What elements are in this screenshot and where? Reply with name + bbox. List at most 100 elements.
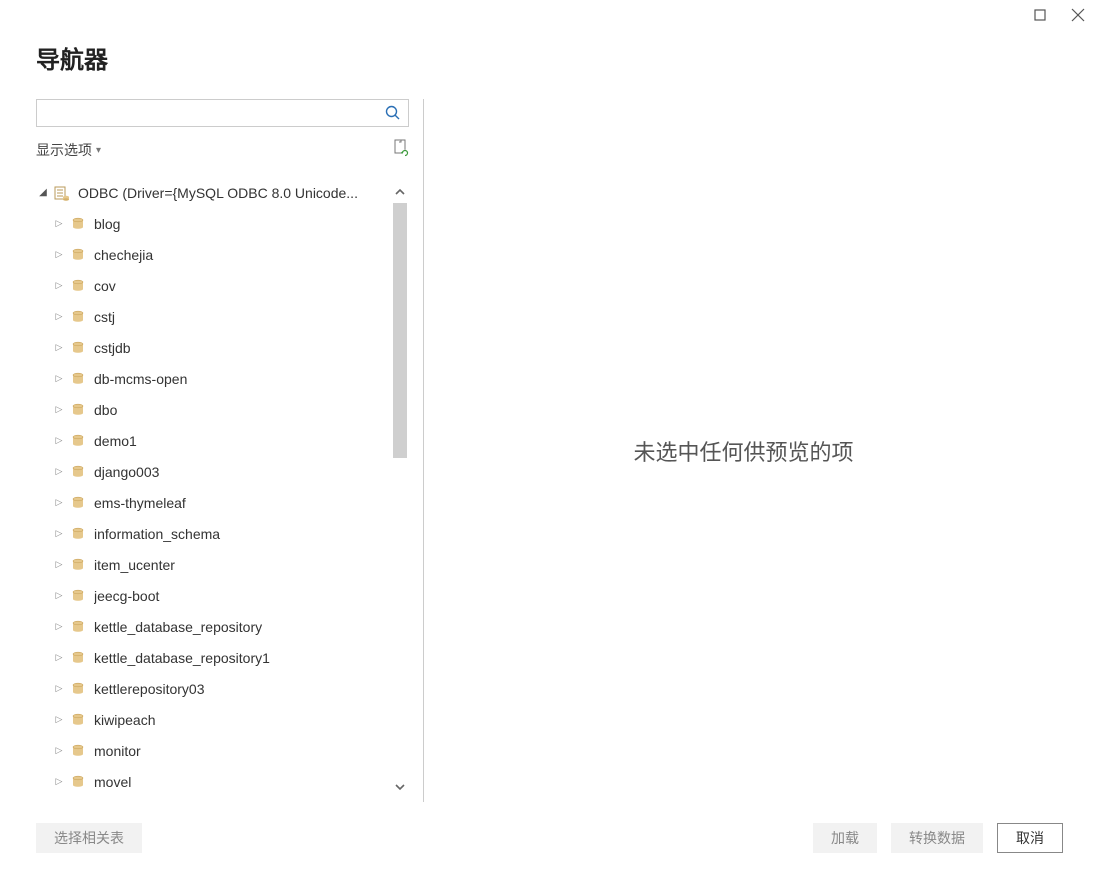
database-icon — [70, 402, 86, 418]
tree-item-label: monitor — [94, 743, 391, 759]
tree-item-label: kiwipeach — [94, 712, 391, 728]
caret-right-icon: ▷ — [52, 590, 66, 601]
scroll-up-icon[interactable] — [391, 183, 409, 201]
tree-item-label: movel — [94, 774, 391, 790]
database-icon — [70, 309, 86, 325]
close-icon[interactable] — [1071, 8, 1085, 22]
page-title: 导航器 — [36, 40, 1063, 75]
tree-item-label: kettle_database_repository1 — [94, 650, 391, 666]
tree-item-label: demo1 — [94, 433, 391, 449]
tree-item[interactable]: ▷ kettle_database_repository — [52, 611, 391, 642]
tree-item[interactable]: ▷ ems-thymeleaf — [52, 487, 391, 518]
caret-right-icon: ▷ — [52, 776, 66, 787]
database-icon — [70, 340, 86, 356]
caret-right-icon: ▷ — [52, 342, 66, 353]
database-icon — [70, 588, 86, 604]
footer: 选择相关表 加载 转换数据 取消 — [0, 802, 1099, 874]
database-icon — [70, 557, 86, 573]
caret-right-icon: ▷ — [52, 218, 66, 229]
preview-empty-message: 未选中任何供预览的项 — [633, 435, 853, 467]
database-icon — [70, 216, 86, 232]
database-icon — [70, 247, 86, 263]
search-icon[interactable] — [378, 100, 408, 126]
tree-item-label: kettle_database_repository — [94, 619, 391, 635]
tree-item[interactable]: ▷ cstjdb — [52, 332, 391, 363]
caret-right-icon: ▷ — [52, 497, 66, 508]
caret-right-icon: ▷ — [52, 714, 66, 725]
tree-item[interactable]: ▷chechejia — [52, 239, 391, 270]
tree-item-label: jeecg-boot — [94, 588, 391, 604]
caret-right-icon: ▷ — [52, 435, 66, 446]
database-icon — [70, 619, 86, 635]
database-icon — [70, 712, 86, 728]
display-options-dropdown[interactable]: 显示选项 ▾ — [36, 140, 101, 160]
tree-item-label: cstj — [94, 309, 391, 325]
caret-right-icon: ▷ — [52, 528, 66, 539]
refresh-icon[interactable] — [393, 139, 409, 162]
tree-item[interactable]: ▷ kiwipeach — [52, 704, 391, 735]
tree-item[interactable]: ▷blog — [52, 208, 391, 239]
tree-item-label: cov — [94, 278, 391, 294]
load-button[interactable]: 加载 — [813, 823, 877, 853]
database-icon — [70, 681, 86, 697]
maximize-icon[interactable] — [1033, 8, 1047, 22]
tree-item[interactable]: ▷ cov — [52, 270, 391, 301]
tree-item-label: dbo — [94, 402, 391, 418]
tree-root[interactable]: ◢ ODBC (Drive — [36, 177, 391, 208]
caret-right-icon: ▷ — [52, 249, 66, 260]
caret-right-icon: ▷ — [52, 559, 66, 570]
header: 导航器 — [0, 40, 1099, 75]
database-icon — [70, 278, 86, 294]
titlebar — [0, 0, 1099, 40]
display-options-label: 显示选项 — [36, 140, 92, 160]
tree-item-label: db-mcms-open — [94, 371, 391, 387]
tree-item-label: item_ucenter — [94, 557, 391, 573]
related-tables-button[interactable]: 选择相关表 — [36, 823, 142, 853]
caret-right-icon: ▷ — [52, 621, 66, 632]
database-icon — [70, 743, 86, 759]
tree-item[interactable]: ▷ item_ucenter — [52, 549, 391, 580]
database-tree: ◢ ODBC (Drive — [36, 177, 391, 802]
tree-item[interactable]: ▷ demo1 — [52, 425, 391, 456]
tree-item-label: information_schema — [94, 526, 391, 542]
database-icon — [70, 464, 86, 480]
navigator-pane: 显示选项 ▾ ◢ — [36, 99, 424, 802]
tree-item[interactable]: ▷ kettlerepository03 — [52, 673, 391, 704]
tree-item-label: kettlerepository03 — [94, 681, 391, 697]
database-icon — [70, 433, 86, 449]
caret-right-icon: ▷ — [52, 311, 66, 322]
caret-right-icon: ▷ — [52, 652, 66, 663]
chevron-down-icon: ▾ — [96, 145, 101, 156]
scrollbar[interactable] — [391, 183, 409, 796]
database-icon — [70, 650, 86, 666]
tree-item-label: ems-thymeleaf — [94, 495, 391, 511]
tree-item[interactable]: ▷ monitor — [52, 735, 391, 766]
tree-item[interactable]: ▷ movel — [52, 766, 391, 797]
tree-item[interactable]: ▷ django003 — [52, 456, 391, 487]
database-icon — [70, 495, 86, 511]
scroll-thumb[interactable] — [393, 203, 407, 458]
caret-down-icon: ◢ — [36, 187, 50, 198]
tree-item[interactable]: ▷ cstj — [52, 301, 391, 332]
tree-item[interactable]: ▷ information_schema — [52, 518, 391, 549]
caret-right-icon: ▷ — [52, 280, 66, 291]
caret-right-icon: ▷ — [52, 683, 66, 694]
search-box — [36, 99, 409, 127]
tree-item-label: django003 — [94, 464, 391, 480]
tree-item[interactable]: ▷ jeecg-boot — [52, 580, 391, 611]
scroll-down-icon[interactable] — [391, 778, 409, 796]
caret-right-icon: ▷ — [52, 466, 66, 477]
tree-item[interactable]: ▷ kettle_database_repository1 — [52, 642, 391, 673]
tree-root-label: ODBC (Driver={MySQL ODBC 8.0 Unicode... — [78, 185, 391, 201]
datasource-icon — [54, 185, 70, 201]
tree-item[interactable]: ▷ db-mcms-open — [52, 363, 391, 394]
caret-right-icon: ▷ — [52, 745, 66, 756]
caret-right-icon: ▷ — [52, 404, 66, 415]
search-input[interactable] — [37, 105, 378, 121]
tree-item[interactable]: ▷ dbo — [52, 394, 391, 425]
database-icon — [70, 526, 86, 542]
transform-button[interactable]: 转换数据 — [891, 823, 983, 853]
tree-item-label: cstjdb — [94, 340, 391, 356]
caret-right-icon: ▷ — [52, 373, 66, 384]
cancel-button[interactable]: 取消 — [997, 823, 1063, 853]
